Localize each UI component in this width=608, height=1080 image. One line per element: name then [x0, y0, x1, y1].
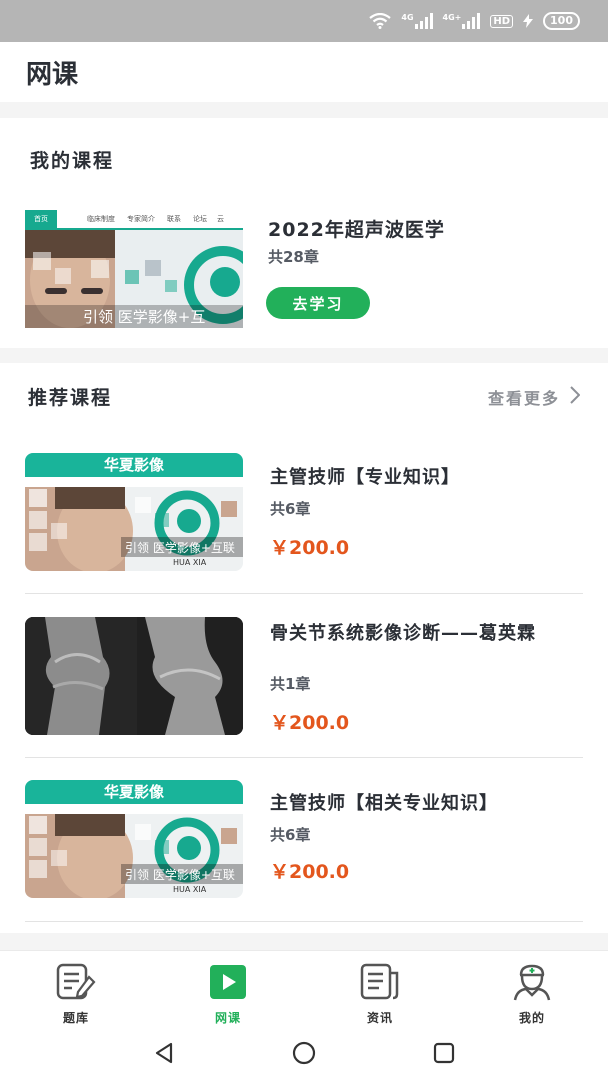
course-thumbnail[interactable]: [25, 617, 243, 735]
tab-label: 我的: [518, 1011, 545, 1025]
play-video-icon: [207, 963, 249, 1005]
thumb-subcaption: HUA XIA: [173, 558, 207, 567]
doctor-avatar-icon: [511, 963, 553, 1005]
thumb-nav-item: 首页: [34, 215, 48, 223]
charging-icon: [523, 14, 534, 28]
recommended-section: 推荐课程 查看更多 华夏影像 引领 医学影像+互联 HUA XIA 主管技师【专…: [0, 363, 608, 933]
course-thumbnail[interactable]: 华夏影像 引领 医学影像+互联 HUA XIA: [25, 780, 243, 898]
course-thumbnail[interactable]: 华夏影像 引领 医学影像+互联 HUA XIA: [25, 453, 243, 571]
list-item[interactable]: 华夏影像 引领 医学影像+互联 HUA XIA 主管技师【专业知识】 共6章 ￥…: [25, 430, 583, 594]
signal-icon-2: 4G+: [443, 13, 481, 29]
thumb-banner-title: 华夏影像: [103, 783, 164, 801]
bottom-tab-bar: 题库 网课 资讯 我的: [0, 950, 608, 1030]
thumb-nav-item: 临床制度: [87, 215, 115, 223]
course-title[interactable]: 骨关节系统影像诊断——葛英霖: [270, 622, 580, 646]
course-chapters: 共1章: [270, 675, 311, 693]
page-title: 网课: [26, 59, 79, 90]
course-title[interactable]: 主管技师【专业知识】: [270, 466, 580, 490]
tab-label: 网课: [214, 1011, 241, 1025]
hd-icon: HD: [490, 14, 514, 28]
my-courses-section: 我的课程 首页 临床制度 专家简介 联系 论坛 云 引领 医学影像+互 2022…: [0, 118, 608, 348]
app-header: 网课: [0, 42, 608, 102]
wifi-icon: [369, 13, 392, 29]
list-item[interactable]: 骨关节系统影像诊断——葛英霖 共1章 ￥200.0: [25, 594, 583, 758]
thumb-caption: 引领 医学影像+互: [83, 308, 206, 326]
news-icon: [359, 963, 401, 1005]
list-item[interactable]: 华夏影像 引领 医学影像+互联 HUA XIA 主管技师【相关专业知识】 共6章…: [25, 758, 583, 922]
course-price: ￥200.0: [270, 712, 350, 734]
thumb-caption: 引领 医学影像+互联: [125, 868, 235, 882]
thumb-caption: 引领 医学影像+互联: [125, 541, 235, 555]
my-course-chapters: 共28章: [268, 248, 319, 266]
tab-label: 资讯: [366, 1011, 393, 1025]
view-more-link[interactable]: 查看更多: [487, 385, 581, 409]
tab-profile[interactable]: 我的: [456, 951, 608, 1030]
my-courses-heading: 我的课程: [30, 150, 115, 172]
hd-label: HD: [493, 15, 511, 27]
thumb-nav-item: 专家简介: [127, 215, 155, 223]
my-course-thumbnail[interactable]: 首页 临床制度 专家简介 联系 论坛 云 引领 医学影像+互: [25, 210, 243, 328]
go-study-button[interactable]: 去学习: [266, 287, 370, 319]
status-bar: 4G 4G+ HD 100: [0, 0, 608, 42]
tab-label: 题库: [62, 1011, 89, 1025]
my-course-title[interactable]: 2022年超声波医学: [268, 215, 445, 242]
chevron-right-icon: [570, 386, 581, 408]
course-chapters: 共6章: [270, 826, 311, 844]
thumb-banner-title: 华夏影像: [103, 456, 164, 474]
thumb-nav-item: 论坛: [193, 215, 207, 223]
thumb-subcaption: HUA XIA: [173, 885, 207, 894]
system-nav-bar: [0, 1030, 608, 1080]
thumb-nav-item: 云: [217, 215, 224, 223]
home-icon[interactable]: [292, 1041, 316, 1069]
course-chapters: 共6章: [270, 500, 311, 518]
back-icon[interactable]: [153, 1042, 175, 1068]
network-type-label-2: 4G+: [442, 13, 462, 22]
network-type-label: 4G: [401, 13, 414, 22]
recommended-heading: 推荐课程: [28, 387, 113, 409]
course-title[interactable]: 主管技师【相关专业知识】: [270, 792, 580, 816]
battery-indicator: 100: [543, 12, 580, 30]
recent-apps-icon[interactable]: [433, 1042, 455, 1068]
question-bank-icon: [55, 963, 97, 1005]
course-price: ￥200.0: [270, 537, 350, 559]
signal-icon: 4G: [401, 13, 433, 29]
tab-news[interactable]: 资讯: [304, 951, 456, 1030]
tab-online-courses[interactable]: 网课: [152, 951, 304, 1030]
view-more-label: 查看更多: [487, 389, 560, 408]
course-price: ￥200.0: [270, 861, 350, 883]
thumb-nav-item: 联系: [167, 215, 181, 223]
tab-question-bank[interactable]: 题库: [0, 951, 152, 1030]
